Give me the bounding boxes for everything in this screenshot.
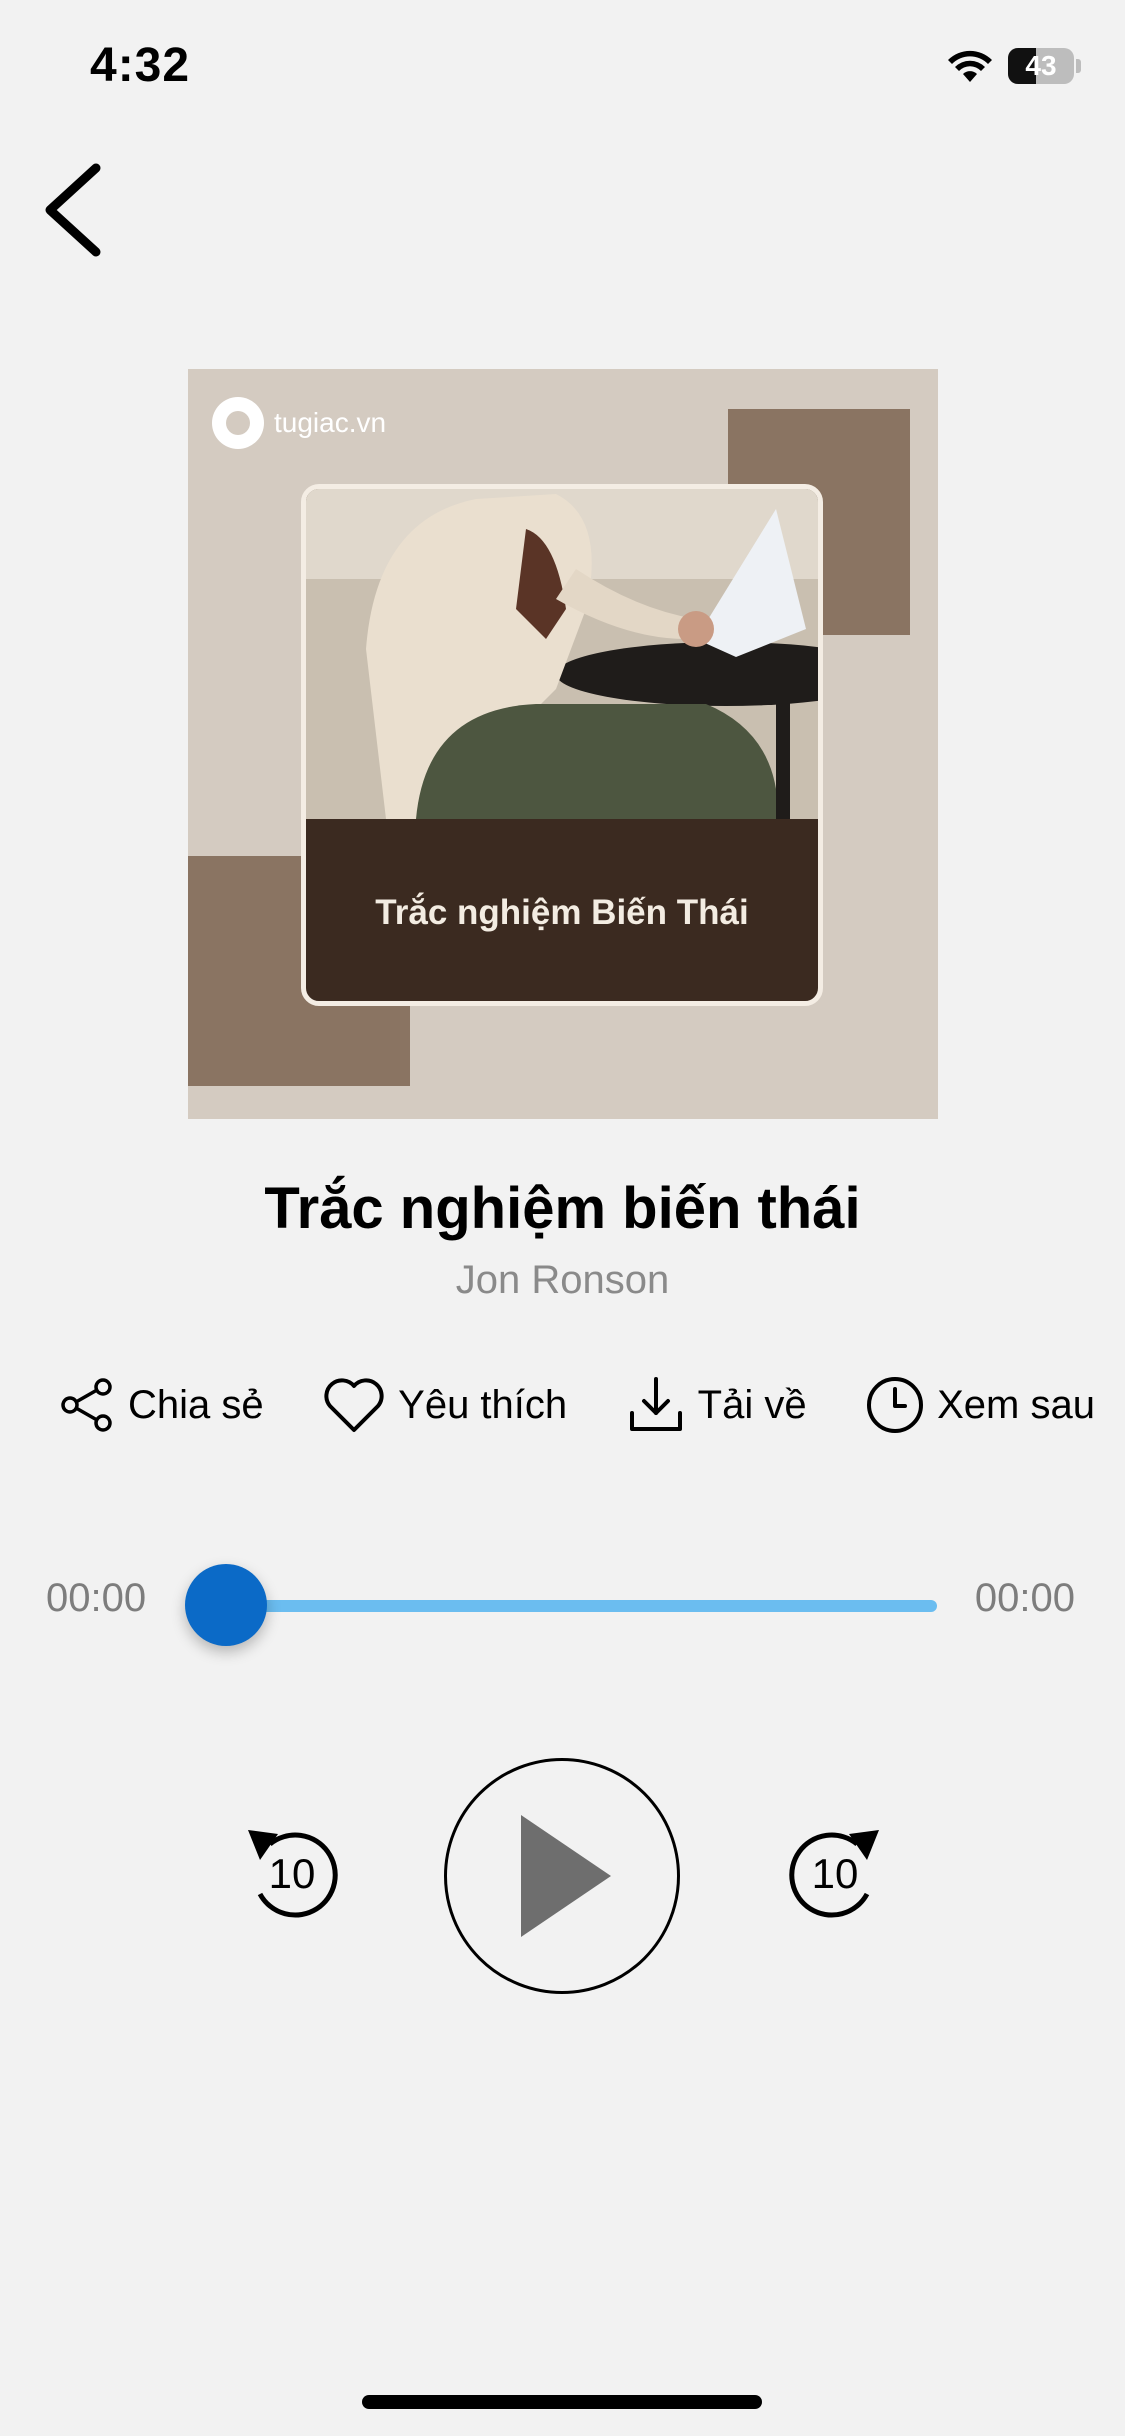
share-label: Chia sẻ <box>128 1382 264 1427</box>
cover-logo: tugiac.vn <box>212 397 386 449</box>
download-icon <box>629 1377 682 1431</box>
clock-icon <box>867 1377 924 1433</box>
chevron-left-icon <box>45 163 101 257</box>
forward-button[interactable]: 10 <box>783 1820 887 1924</box>
rewind-button[interactable]: 10 <box>240 1820 344 1924</box>
elapsed-time: 00:00 <box>46 1576 147 1620</box>
status-time: 4:32 <box>90 39 191 92</box>
cover-logo-text: tugiac.vn <box>274 407 387 438</box>
track-author: Jon Ronson <box>455 1258 670 1302</box>
cover-card: Trắc nghiệm Biến Thái <box>301 484 823 1006</box>
favorite-button[interactable]: Yêu thích <box>322 1376 567 1434</box>
download-label: Tải về <box>697 1382 807 1427</box>
cover-caption: Trắc nghiệm Biến Thái <box>375 893 749 932</box>
heart-icon <box>324 1378 384 1432</box>
forward-seconds: 10 <box>811 1850 859 1897</box>
rewind-seconds: 10 <box>268 1850 316 1897</box>
play-icon <box>521 1815 611 1937</box>
watch-later-button[interactable]: Xem sau <box>865 1375 1095 1435</box>
home-indicator[interactable] <box>362 2395 762 2409</box>
progress-thumb[interactable] <box>185 1564 267 1646</box>
wifi-icon <box>948 50 992 82</box>
track-title: Trắc nghiệm biến thái <box>264 1176 861 1241</box>
action-bar: Chia sẻ Yêu thích Tải về Xem sau <box>58 1375 1095 1435</box>
cover-art: tugiac.vn Trắc nghiệm Biến Thái <box>188 369 938 1119</box>
play-button[interactable] <box>444 1758 680 1994</box>
battery-icon: 43 <box>1008 48 1074 84</box>
share-icon <box>61 1378 112 1432</box>
progress-track[interactable] <box>225 1600 937 1612</box>
duration-time: 00:00 <box>974 1576 1075 1620</box>
cover-photo <box>306 489 818 819</box>
share-button[interactable]: Chia sẻ <box>58 1376 264 1434</box>
battery-level: 43 <box>1025 50 1057 81</box>
logo-mark-icon <box>212 397 264 449</box>
favorite-label: Yêu thích <box>398 1382 568 1427</box>
status-icons: 43 <box>946 48 1081 84</box>
back-button[interactable] <box>36 160 116 260</box>
download-button[interactable]: Tải về <box>626 1375 807 1435</box>
watch-later-label: Xem sau <box>937 1382 1095 1427</box>
audio-player-screen: 4:32 43 tugiac.vn Trắc nghiệm Biến Thái … <box>0 0 1125 2436</box>
